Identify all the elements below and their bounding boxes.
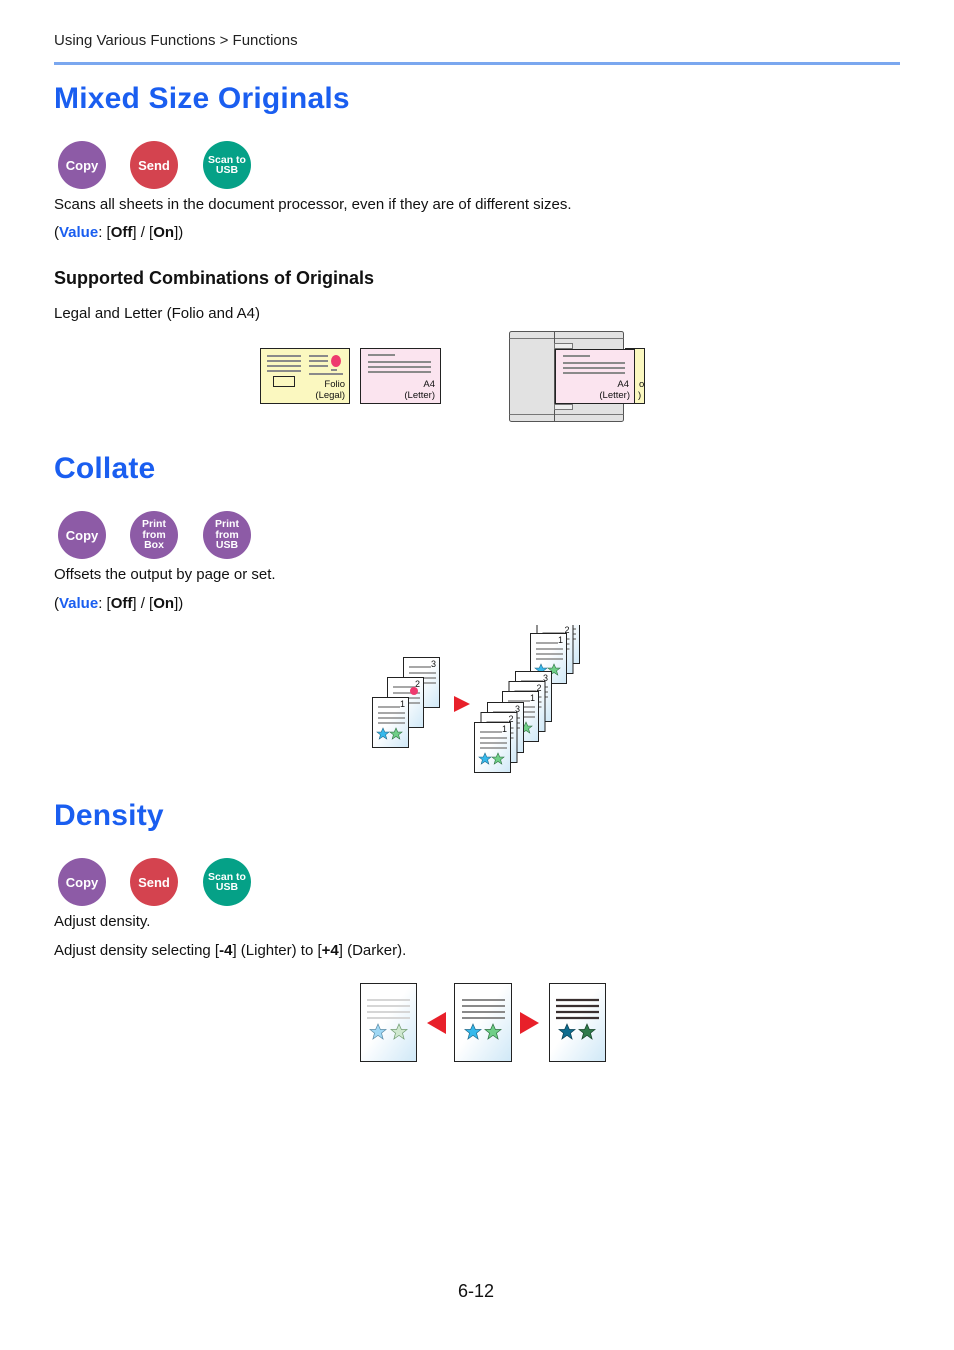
range-max: +4 <box>321 942 339 959</box>
value-option-off: Off <box>110 595 133 612</box>
range-text: ] (Darker). <box>338 942 407 959</box>
value-label: Value <box>59 224 99 241</box>
output-set-1-page: 1 <box>474 722 511 773</box>
breadcrumb: Using Various Functions > Functions <box>54 32 298 49</box>
density-page-normal <box>454 983 512 1062</box>
value-option-on: On <box>153 224 175 241</box>
sheet-label: A4 <box>617 379 629 390</box>
density-range-line: Adjust density selecting [-4] (Lighter) … <box>54 942 406 959</box>
arrow-left-icon <box>427 1012 446 1034</box>
density-illustration <box>360 983 606 1062</box>
page-number-label: 1 <box>530 693 535 703</box>
copy-badge: Copy <box>58 511 106 559</box>
badge-label: Copy <box>65 874 99 890</box>
density-description: Adjust density. <box>54 913 151 930</box>
section-title-collate: Collate <box>54 452 156 485</box>
print-from-box-badge: Print from Box <box>130 511 178 559</box>
arrow-right-icon <box>520 1012 539 1034</box>
collate-illustration: 321321321321 <box>372 625 580 773</box>
mixed-size-illustration: Folio (Legal) A4 (Letter) o ) A4 (Letter… <box>260 331 645 422</box>
page-number: 6-12 <box>458 1281 495 1301</box>
supported-combinations-heading: Supported Combinations of Originals <box>54 268 375 288</box>
badge-label: Scan to USB <box>208 871 246 893</box>
section-title-density: Density <box>54 799 164 832</box>
badge-label-line: USB <box>215 539 239 552</box>
a4-letter-sheet: A4 (Letter) <box>360 348 441 404</box>
badge-label: Copy <box>65 157 99 173</box>
badge-label: Send <box>138 874 170 890</box>
folio-legal-sheet: Folio (Legal) <box>260 348 350 404</box>
badge-label-line: Box <box>144 539 164 552</box>
badge-label-line: USB <box>215 164 239 176</box>
badge-label: Send <box>138 157 170 173</box>
page-number-label: 1 <box>400 699 405 709</box>
copy-badge: Copy <box>58 858 106 906</box>
value-option-off: Off <box>110 224 133 241</box>
sheet-label: ) <box>638 390 641 401</box>
header-divider <box>54 62 900 65</box>
stamp-icon <box>410 687 418 695</box>
badge-label: Print from USB <box>203 519 251 551</box>
badge-label: Scan to USB <box>208 154 246 176</box>
badge-label-line: Print from <box>142 518 166 541</box>
sheet-label: (Letter) <box>404 390 435 401</box>
collate-description: Offsets the output by page or set. <box>54 566 276 583</box>
mixed-size-description: Scans all sheets in the document process… <box>54 196 572 213</box>
page-number-label: 1 <box>502 724 507 734</box>
value-option-on: On <box>153 595 175 612</box>
range-text: Adjust density selecting [ <box>54 942 220 959</box>
badge-label: Print from Box <box>130 519 178 551</box>
sheet-label: Folio <box>324 379 345 390</box>
supported-combination-item: Legal and Letter (Folio and A4) <box>54 305 260 322</box>
sheet-label: (Letter) <box>599 390 630 401</box>
badge-label-line: Print from <box>215 518 239 541</box>
sheet-label: (Legal) <box>315 390 345 401</box>
density-page-lighter <box>360 983 417 1062</box>
page-number-label: 3 <box>431 659 436 669</box>
collate-value-line: (Value: [Off] / [On]) <box>54 595 184 612</box>
section-title-mixed-size-originals: Mixed Size Originals <box>54 82 350 115</box>
scan-to-usb-badge: Scan to USB <box>203 141 251 189</box>
density-page-darker <box>549 983 606 1062</box>
scan-to-usb-badge: Scan to USB <box>203 858 251 906</box>
badge-label: Copy <box>65 527 99 543</box>
value-label: Value <box>59 595 99 612</box>
sheet-label: A4 <box>423 379 435 390</box>
range-min: -4 <box>219 942 233 959</box>
page-number-label: 1 <box>558 635 563 645</box>
print-from-usb-badge: Print from USB <box>203 511 251 559</box>
send-badge: Send <box>130 141 178 189</box>
sheet-label: o <box>639 379 644 390</box>
arrow-right-icon <box>454 696 470 712</box>
stamp-icon <box>331 355 341 367</box>
mixed-size-value-line: (Value: [Off] / [On]) <box>54 224 184 241</box>
send-badge: Send <box>130 858 178 906</box>
badge-label-line: USB <box>215 881 239 893</box>
document-processor-icon: o ) A4 (Letter) <box>509 331 645 422</box>
range-text: ] (Lighter) to [ <box>232 942 322 959</box>
copy-badge: Copy <box>58 141 106 189</box>
input-page: 1 <box>372 697 409 748</box>
